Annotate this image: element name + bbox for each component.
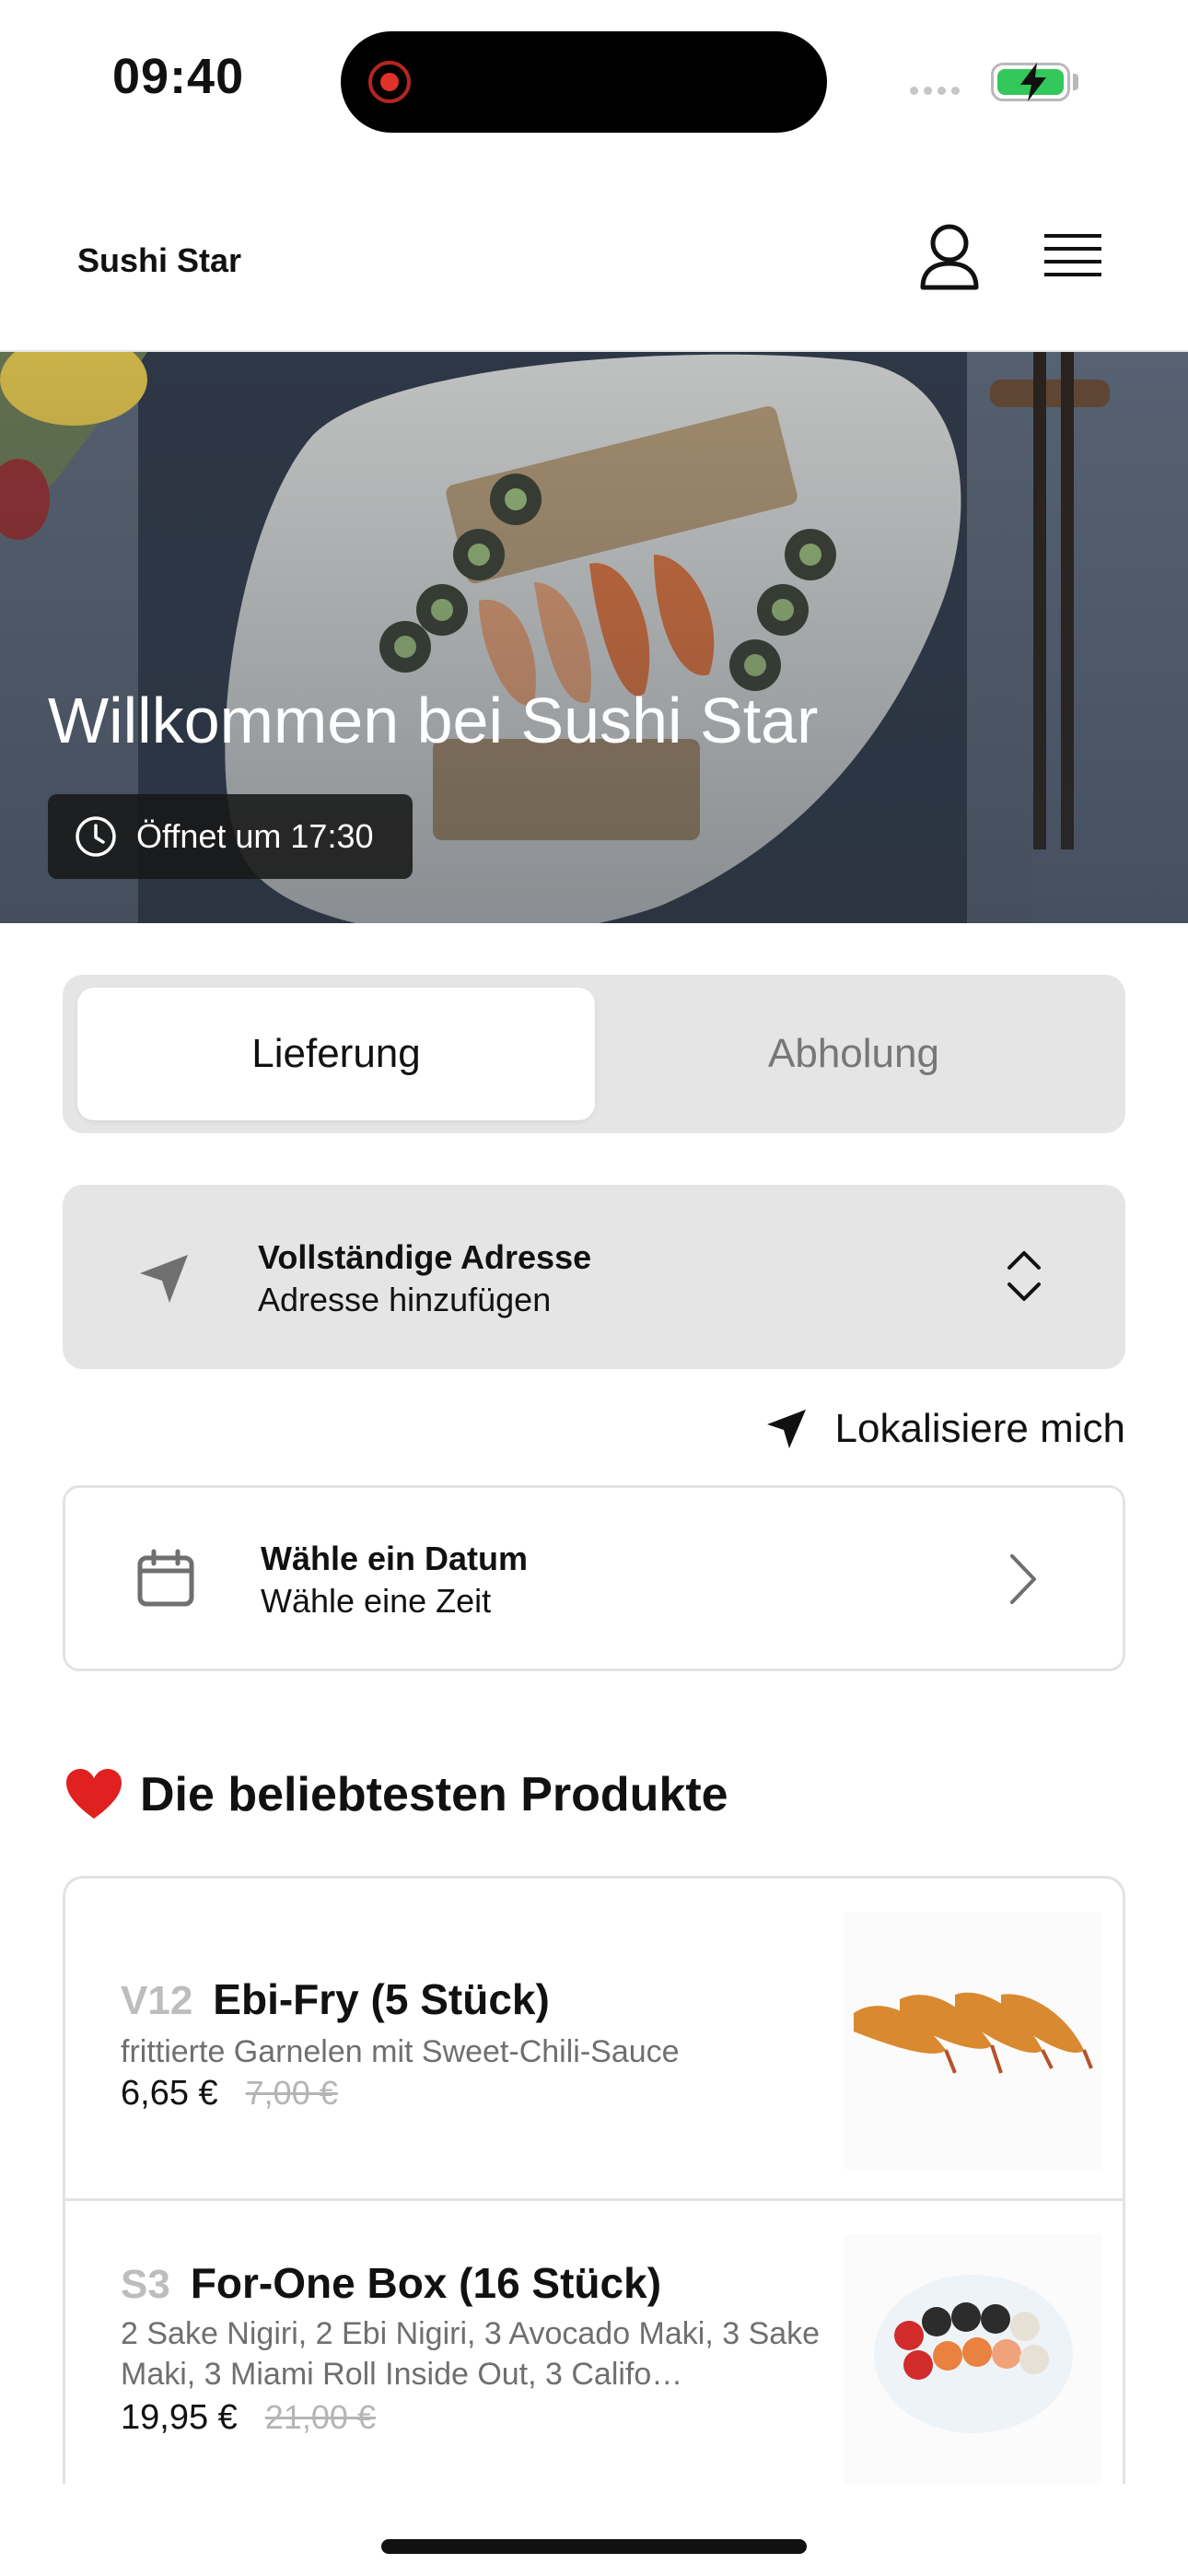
dynamic-island xyxy=(341,31,827,133)
product-old-price: 7,00 € xyxy=(245,2074,338,2112)
product-code: V12 xyxy=(121,1978,193,2023)
user-icon[interactable] xyxy=(917,223,982,293)
locate-me-label: Lokalisiere mich xyxy=(834,1406,1125,1451)
address-selector[interactable]: Vollständige Adresse Adresse hinzufügen xyxy=(63,1185,1125,1369)
hero-title: Willkommen bei Sushi Star xyxy=(48,685,819,756)
opening-hours-badge: Öffnet um 17:30 xyxy=(48,794,413,879)
section-title: Die beliebtesten Produkte xyxy=(140,1768,728,1821)
product-name: Ebi-Fry (5 Stück) xyxy=(213,1975,550,2023)
product-description: 2 Sake Nigiri, 2 Ebi Nigiri, 3 Avocado M… xyxy=(121,2316,821,2392)
clock-icon xyxy=(76,816,116,857)
location-arrow-icon xyxy=(766,1410,806,1448)
product-name: For-One Box (16 Stück) xyxy=(190,2259,662,2307)
location-arrow-icon xyxy=(140,1255,188,1303)
product-code: S3 xyxy=(121,2262,170,2307)
app-title[interactable]: Sushi Star xyxy=(77,241,241,280)
delivery-mode-toggle: Lieferung Abholung xyxy=(63,975,1125,1133)
address-subtitle: Adresse hinzufügen xyxy=(258,1281,552,1318)
date-title: Wähle ein Datum xyxy=(261,1540,529,1577)
product-price: 19,95 € xyxy=(121,2398,238,2437)
product-list: V12 Ebi-Fry (5 Stück) frittierte Garnele… xyxy=(63,1876,1125,2484)
home-indicator[interactable] xyxy=(381,2539,807,2554)
app-header: Sushi Star xyxy=(0,157,1188,352)
date-time-selector[interactable]: Wähle ein Datum Wähle eine Zeit xyxy=(63,1485,1125,1671)
locate-me-button[interactable]: Lokalisiere mich xyxy=(746,1395,1125,1463)
product-price-row: 19,95 € 21,00 € xyxy=(121,2398,376,2438)
hero-banner: Willkommen bei Sushi Star Öffnet um 17:3… xyxy=(0,352,1188,923)
time-subtitle: Wähle eine Zeit xyxy=(261,1582,492,1620)
popular-products-heading: Die beliebtesten Produkte xyxy=(64,1767,728,1822)
product-image-ebi-fry xyxy=(844,1912,1102,2170)
product-card[interactable]: V12 Ebi-Fry (5 Stück) frittierte Garnele… xyxy=(65,1879,1123,2201)
recording-icon xyxy=(368,61,411,103)
menu-icon[interactable] xyxy=(1042,230,1103,284)
tab-delivery[interactable]: Lieferung xyxy=(77,988,595,1120)
tab-pickup[interactable]: Abholung xyxy=(595,988,1112,1120)
product-card[interactable]: S3 For-One Box (16 Stück) 2 Sake Nigiri,… xyxy=(65,2201,1123,2484)
opening-hours-text: Öffnet um 17:30 xyxy=(136,817,374,855)
chevron-up-down-icon xyxy=(1007,1251,1041,1301)
status-time: 09:40 xyxy=(112,49,245,104)
heart-icon xyxy=(66,1769,122,1819)
product-image-box xyxy=(844,2234,1102,2484)
product-price-row: 6,65 € 7,00 € xyxy=(121,2074,338,2113)
product-old-price: 21,00 € xyxy=(264,2398,376,2436)
charging-bolt-icon xyxy=(1020,63,1046,101)
address-title: Vollständige Adresse xyxy=(258,1238,592,1276)
product-price: 6,65 € xyxy=(121,2074,218,2113)
signal-icon xyxy=(910,87,960,95)
calendar-icon xyxy=(137,1549,194,1607)
status-bar: 09:40 xyxy=(0,0,1188,157)
chevron-right-icon xyxy=(1010,1554,1036,1604)
product-description: frittierte Garnelen mit Sweet-Chili-Sauc… xyxy=(121,2034,680,2069)
